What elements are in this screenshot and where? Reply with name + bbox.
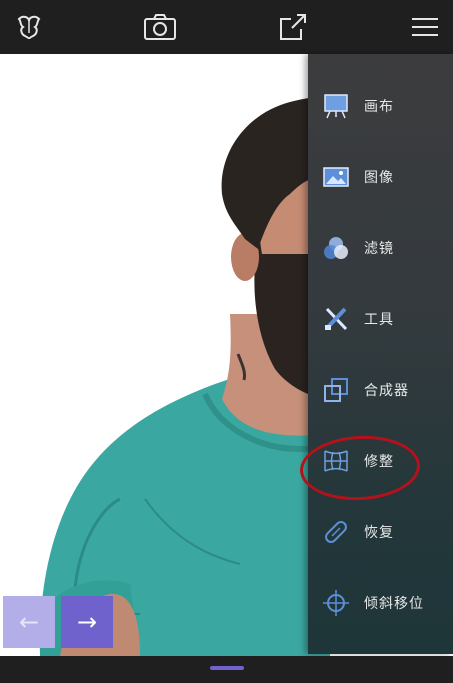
menu-label-reshape: 修整: [364, 454, 394, 470]
canvas-icon: [320, 90, 352, 122]
menu-item-compositor[interactable]: 合成器: [308, 364, 453, 416]
previous-button[interactable]: ←: [3, 596, 55, 648]
camera-icon[interactable]: [140, 7, 180, 47]
share-icon[interactable]: [273, 7, 313, 47]
menu-label-tilt-shift: 倾斜移位: [364, 596, 424, 612]
menu-item-restore[interactable]: 恢复: [308, 506, 453, 558]
menu-item-tilt-shift[interactable]: 倾斜移位: [308, 577, 453, 629]
menu-item-tools[interactable]: 工具: [308, 293, 453, 345]
menu-item-canvas[interactable]: 画布: [308, 80, 453, 132]
compositor-icon: [320, 374, 352, 406]
app-screen: 画布 图像 滤镜 工具 合成器 修整 恢复 倾斜移位 ← →: [0, 0, 453, 683]
next-button[interactable]: →: [61, 596, 113, 648]
menu-label-image: 图像: [364, 170, 394, 186]
tools-icon: [320, 303, 352, 335]
menu-label-compositor: 合成器: [364, 383, 409, 399]
menu-item-filter[interactable]: 滤镜: [308, 222, 453, 274]
tilt-shift-icon: [320, 587, 352, 619]
menu-label-restore: 恢复: [364, 525, 394, 541]
menu-label-filter: 滤镜: [364, 241, 394, 257]
menu-item-image[interactable]: 图像: [308, 151, 453, 203]
top-toolbar: [0, 0, 453, 54]
menu-label-canvas: 画布: [364, 99, 394, 115]
drag-handle[interactable]: [210, 666, 244, 670]
reshape-icon: [320, 445, 352, 477]
logo-icon[interactable]: [9, 7, 49, 47]
image-icon: [320, 161, 352, 193]
restore-icon: [320, 516, 352, 548]
menu-item-reshape[interactable]: 修整: [308, 435, 453, 487]
side-menu: 画布 图像 滤镜 工具 合成器 修整 恢复 倾斜移位: [308, 54, 453, 654]
menu-label-tools: 工具: [364, 312, 394, 328]
bottom-bar: [0, 656, 453, 683]
filter-icon: [320, 232, 352, 264]
menu-icon[interactable]: [405, 7, 445, 47]
